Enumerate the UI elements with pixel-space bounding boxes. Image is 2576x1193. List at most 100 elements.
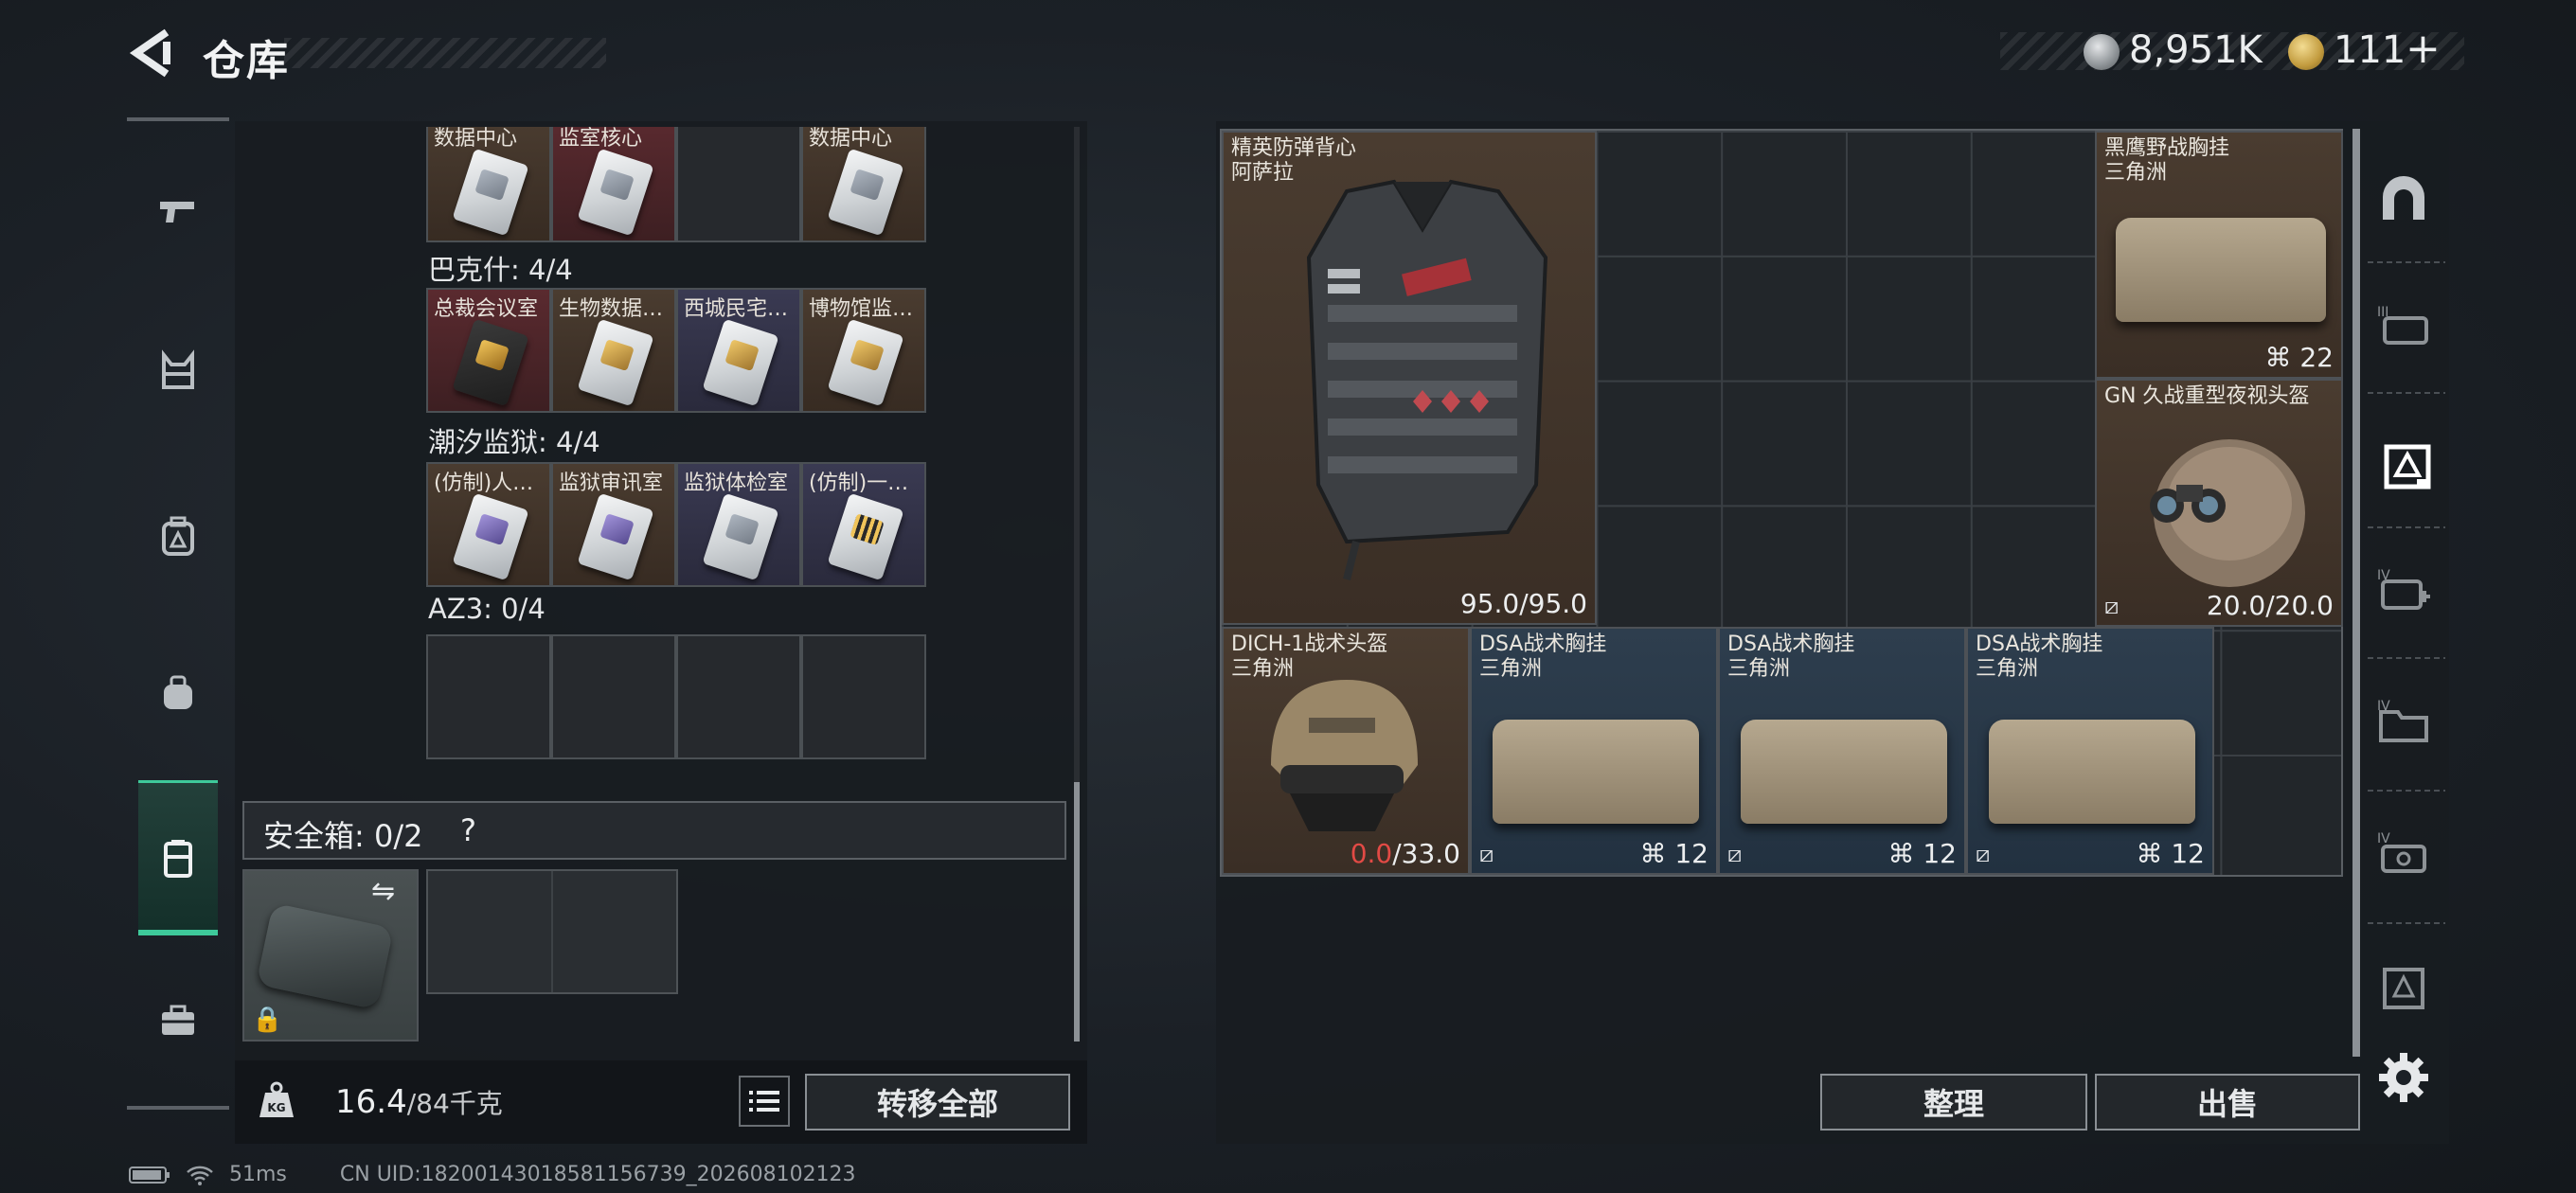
rail-bag-button[interactable]	[138, 653, 218, 733]
key-group-label: 潮汐监狱: 4/4	[428, 426, 600, 458]
level-iv-folder-icon: IV	[2377, 699, 2428, 742]
capacity-value: ⌘ 12	[1887, 838, 1957, 869]
rail-level-iii-button[interactable]: III	[2364, 286, 2443, 365]
sort-button[interactable]: 整理	[1820, 1074, 2087, 1131]
item-blackhawk-rig[interactable]: 黑鹰野战胸挂 三角洲 ⌘ 22	[2095, 131, 2343, 379]
rail-divider	[2368, 922, 2445, 924]
keycard-icon	[577, 318, 654, 407]
container-icon	[2383, 968, 2424, 1009]
item-dsa-rig[interactable]: DSA战术胸挂 三角洲 ⧄ ⌘ 12	[1718, 627, 1966, 875]
swap-icon[interactable]: ⇋	[371, 875, 395, 908]
slot-divider	[551, 871, 553, 992]
item-name: DSA战术胸挂 三角洲	[1479, 632, 1607, 682]
key-slot[interactable]: 博物馆监…	[801, 288, 926, 413]
durability-value: 0.0/33.0	[1351, 838, 1460, 869]
sell-button[interactable]: 出售	[2095, 1074, 2360, 1131]
gear-icon[interactable]	[2375, 1049, 2432, 1106]
rail-divider	[2368, 392, 2445, 394]
item-dich1-helmet[interactable]: DICH-1战术头盔 三角洲 0.0/33.0	[1222, 627, 1470, 875]
lock-icon: 🔒	[252, 1006, 283, 1034]
key-slot[interactable]: 监室核心	[551, 127, 676, 242]
key-name: 生物数据…	[559, 297, 664, 321]
item-nv-helmet[interactable]: GN 久战重型夜视头盔 ⧄ 20.0/20.0	[2095, 379, 2343, 627]
silver-currency-value: 8,951K	[2129, 28, 2263, 72]
rail-backpack-active-button[interactable]	[2364, 417, 2451, 515]
chest-rig-icon	[1741, 720, 1947, 824]
tactical-helmet-icon	[1271, 680, 1418, 831]
item-name: DSA战术胸挂 三角洲	[1727, 632, 1855, 682]
chest-rig-icon	[1493, 720, 1699, 824]
key-group-row	[426, 634, 926, 759]
gold-currency-value: 111	[2334, 28, 2406, 72]
key-slot-empty[interactable]	[426, 634, 551, 759]
key-name: 西城民宅…	[684, 297, 789, 321]
key-slot[interactable]: 监狱体检室	[676, 462, 801, 587]
key-name: 数据中心	[809, 127, 893, 151]
arch-container-icon	[2383, 176, 2424, 220]
key-name: (仿制)一…	[809, 472, 909, 495]
durability-value: 95.0/95.0	[1459, 588, 1587, 619]
armor-vest-icon	[1306, 179, 1548, 580]
rail-level-iv-button[interactable]: IV	[2364, 680, 2443, 759]
item-dsa-rig[interactable]: DSA战术胸挂 三角洲 ⧄ ⌘ 12	[1966, 627, 2214, 875]
rail-divider	[2368, 790, 2445, 792]
key-slot-empty[interactable]	[676, 127, 801, 242]
key-slot[interactable]: 数据中心	[426, 127, 551, 242]
key-slot[interactable]: 数据中心	[801, 127, 926, 242]
rail-case-button[interactable]	[138, 981, 218, 1060]
key-name: 数据中心	[434, 127, 518, 151]
key-group-top: 数据中心 监室核心 数据中心	[426, 127, 930, 242]
rail-armor-button[interactable]	[138, 331, 218, 411]
rig-capacity-icon: ⌘	[1887, 838, 1923, 869]
scrollbar-thumb[interactable]	[2352, 129, 2360, 1057]
backpack-icon	[162, 516, 194, 556]
key-slot-empty[interactable]	[551, 634, 676, 759]
title-decoration	[284, 38, 606, 68]
transfer-all-button[interactable]: 转移全部	[805, 1074, 1070, 1131]
key-name: 监狱审讯室	[559, 472, 664, 495]
key-name: (仿制)人…	[434, 472, 534, 495]
add-currency-button[interactable]: +	[2406, 25, 2441, 73]
silver-coin-icon	[2084, 34, 2120, 70]
key-slot-empty[interactable]	[676, 634, 801, 759]
item-name: 黑鹰野战胸挂 三角洲	[2104, 136, 2230, 186]
list-view-button[interactable]	[739, 1076, 790, 1127]
safebox-icon	[164, 840, 192, 878]
keycard-icon	[452, 148, 529, 237]
rig-capacity-icon: ⌘	[2264, 342, 2300, 373]
key-slot[interactable]: (仿制)人…	[426, 462, 551, 587]
key-slot[interactable]: 西城民宅…	[676, 288, 801, 413]
rail-level-iv-button[interactable]: IV	[2364, 549, 2443, 629]
keycard-icon	[577, 492, 654, 581]
keycard-icon	[702, 492, 779, 581]
item-elite-vest[interactable]: 精英防弹背心 阿萨拉 95.0/95.0	[1222, 131, 1597, 625]
briefcase-icon	[162, 1005, 194, 1035]
keycard-icon	[452, 492, 529, 581]
list-icon	[749, 1091, 779, 1112]
key-slot[interactable]: 总裁会议室	[426, 288, 551, 413]
key-slot[interactable]: 生物数据…	[551, 288, 676, 413]
rail-divider	[127, 1106, 229, 1110]
back-arrow-icon[interactable]	[129, 28, 172, 78]
help-button[interactable]: ?	[460, 812, 476, 848]
key-group-row: (仿制)人… 监狱审讯室 监狱体检室 (仿制)一…	[426, 462, 926, 587]
key-slot[interactable]: 监狱审讯室	[551, 462, 676, 587]
rail-safebox-button[interactable]	[138, 818, 218, 898]
rail-weapons-button[interactable]	[138, 170, 218, 250]
rail-backpack-button[interactable]	[138, 496, 218, 576]
key-name: 监室核心	[559, 127, 643, 151]
rail-container-button[interactable]	[2364, 945, 2443, 1024]
weight-value: 16.4/84千克	[335, 1083, 503, 1121]
rail-container-button[interactable]	[2364, 157, 2443, 237]
durability-value: 20.0/20.0	[2206, 590, 2334, 621]
backpack-icon	[2384, 444, 2431, 490]
rail-level-iv-button[interactable]: IV	[2364, 812, 2443, 892]
scrollbar-thumb[interactable]	[1074, 782, 1080, 1042]
capacity-number: 22	[2299, 342, 2334, 373]
item-dsa-rig[interactable]: DSA战术胸挂 三角洲 ⧄ ⌘ 12	[1470, 627, 1718, 875]
status-bar: 51ms CN UID:18200143018581156739_2026081…	[129, 1163, 856, 1186]
level-iv-case-icon: IV	[2377, 831, 2426, 873]
keycard-icon	[702, 318, 779, 407]
key-slot-empty[interactable]	[801, 634, 926, 759]
key-slot[interactable]: (仿制)一…	[801, 462, 926, 587]
